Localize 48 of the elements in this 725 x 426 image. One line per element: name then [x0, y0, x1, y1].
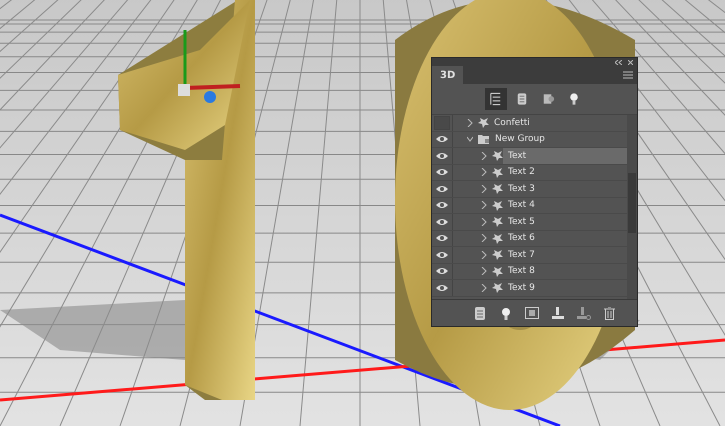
layer-name[interactable]: Text 6 [503, 230, 627, 246]
trash-icon [604, 306, 615, 320]
chevron-icon[interactable] [481, 218, 487, 226]
collapse-icon[interactable] [615, 60, 622, 64]
stamp-icon [576, 306, 590, 320]
layer-name[interactable]: Text 2 [503, 164, 627, 180]
chevron-icon[interactable] [467, 135, 473, 144]
eye-icon[interactable] [436, 284, 448, 292]
split-button[interactable] [576, 305, 592, 321]
eye-icon[interactable] [436, 168, 448, 176]
chevron-icon[interactable] [481, 250, 487, 259]
menu-icon[interactable] [623, 71, 633, 79]
chevron-icon[interactable] [481, 184, 487, 193]
layer-name[interactable]: Text 5 [503, 214, 627, 230]
chevron-icon[interactable] [481, 267, 487, 276]
frame-icon [524, 307, 538, 319]
delete-button[interactable] [602, 305, 618, 321]
layer-name[interactable]: Text [503, 148, 627, 164]
eye-icon[interactable] [436, 218, 448, 226]
layer-name[interactable]: Text 9 [503, 280, 627, 296]
layer-name[interactable]: Text 7 [503, 247, 627, 262]
eye-icon[interactable] [436, 152, 448, 160]
stamp-icon [552, 306, 564, 320]
eye-icon[interactable] [436, 201, 448, 210]
layer-name[interactable]: Text 3 [503, 181, 627, 196]
chevron-icon[interactable] [481, 284, 487, 292]
chevron-icon[interactable] [481, 152, 487, 160]
folder-icon [478, 134, 490, 144]
chevron-icon[interactable] [481, 201, 487, 210]
layer-name[interactable]: Text 8 [503, 264, 627, 279]
eye-icon[interactable] [436, 250, 448, 259]
layer-name[interactable]: Text 4 [503, 198, 627, 213]
eye-icon[interactable] [436, 184, 448, 193]
chevron-icon[interactable] [481, 234, 487, 242]
lightbulb-icon [500, 306, 510, 320]
eye-icon[interactable] [436, 234, 448, 242]
render-button[interactable] [524, 305, 540, 321]
panel-tab[interactable]: 3D [432, 66, 464, 84]
chevron-icon[interactable] [467, 118, 473, 127]
layer-name[interactable]: Confetti [489, 115, 627, 130]
close-icon[interactable] [628, 60, 633, 64]
scrollbar[interactable] [627, 115, 637, 299]
ground-button[interactable] [550, 305, 566, 321]
eye-icon[interactable] [436, 267, 448, 276]
chevron-icon[interactable] [481, 168, 487, 176]
filter-button[interactable] [484, 88, 506, 110]
layer-name[interactable]: New Group [490, 132, 627, 147]
eye-icon[interactable] [436, 135, 448, 144]
